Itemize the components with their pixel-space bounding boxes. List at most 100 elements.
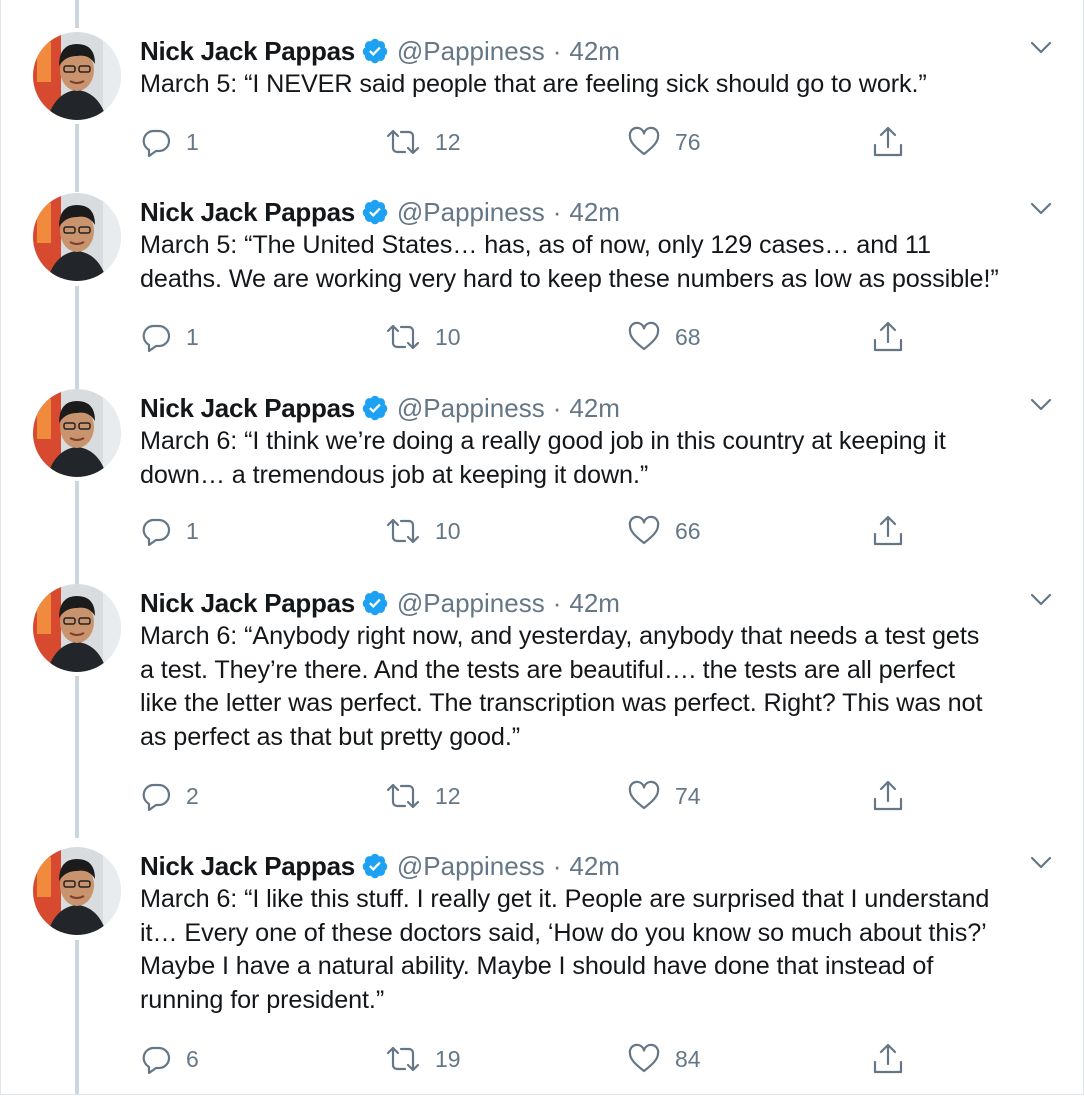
reply-button[interactable]: 6: [140, 1041, 199, 1077]
display-name[interactable]: Nick Jack Pappas: [140, 851, 355, 882]
retweet-icon: [385, 1043, 421, 1075]
display-name[interactable]: Nick Jack Pappas: [140, 197, 355, 228]
avatar[interactable]: [33, 847, 121, 935]
retweet-count: 10: [435, 517, 461, 544]
retweet-button[interactable]: 19: [385, 1041, 461, 1077]
like-button[interactable]: 84: [627, 1041, 701, 1077]
like-count: 68: [675, 323, 701, 350]
separator-dot: ·: [552, 850, 562, 881]
separator-dot: ·: [552, 392, 562, 423]
timestamp[interactable]: 42m: [569, 197, 620, 228]
avatar[interactable]: [33, 32, 121, 120]
timestamp[interactable]: 42m: [569, 36, 620, 67]
user-handle[interactable]: @Pappiness: [397, 393, 545, 424]
like-count: 66: [675, 517, 701, 544]
like-count: 74: [675, 782, 701, 809]
share-button[interactable]: [871, 513, 905, 549]
separator-dot: ·: [552, 587, 562, 618]
reply-button[interactable]: 1: [140, 513, 199, 549]
timestamp[interactable]: 42m: [569, 588, 620, 619]
avatar[interactable]: [33, 584, 121, 672]
heart-icon: [627, 780, 661, 812]
timestamp[interactable]: 42m: [569, 393, 620, 424]
retweet-button[interactable]: 12: [385, 124, 461, 160]
reply-count: 6: [186, 1045, 199, 1072]
retweet-icon: [385, 321, 421, 353]
share-icon: [871, 320, 905, 354]
tweet-header: Nick Jack Pappas @Pappiness · 42m: [140, 586, 620, 620]
tweet-actions: 1 10 66: [1, 513, 1083, 549]
share-icon: [871, 125, 905, 159]
share-icon: [871, 779, 905, 813]
tweet-text: March 5: “The United States… has, as of …: [140, 231, 999, 293]
reply-button[interactable]: 1: [140, 124, 199, 160]
tweet-text: March 6: “Anybody right now, and yesterd…: [140, 622, 983, 751]
share-button[interactable]: [871, 1041, 905, 1077]
reply-count: 1: [186, 128, 199, 155]
user-handle[interactable]: @Pappiness: [397, 588, 545, 619]
share-button[interactable]: [871, 124, 905, 160]
chevron-down-icon[interactable]: [1029, 855, 1053, 871]
verified-badge-icon: [361, 198, 389, 226]
reply-button[interactable]: 1: [140, 319, 199, 355]
share-icon: [871, 1042, 905, 1076]
heart-icon: [627, 1043, 661, 1075]
user-handle[interactable]: @Pappiness: [397, 36, 545, 67]
reply-icon: [140, 321, 172, 353]
retweet-icon: [385, 126, 421, 158]
timestamp[interactable]: 42m: [569, 851, 620, 882]
verified-badge-icon: [361, 37, 389, 65]
display-name[interactable]: Nick Jack Pappas: [140, 36, 355, 67]
verified-badge-icon: [361, 852, 389, 880]
reply-icon: [140, 780, 172, 812]
share-button[interactable]: [871, 778, 905, 814]
like-count: 76: [675, 128, 701, 155]
tweet-text: March 6: “I think we’re doing a really g…: [140, 427, 946, 489]
heart-icon: [627, 515, 661, 547]
user-handle[interactable]: @Pappiness: [397, 851, 545, 882]
retweet-count: 10: [435, 323, 461, 350]
retweet-button[interactable]: 10: [385, 513, 461, 549]
chevron-down-icon[interactable]: [1029, 397, 1053, 413]
like-button[interactable]: 74: [627, 778, 701, 814]
avatar[interactable]: [33, 193, 121, 281]
tweet-text: March 6: “I like this stuff. I really ge…: [140, 885, 990, 1014]
retweet-button[interactable]: 10: [385, 319, 461, 355]
tweet-actions: 1 10 68: [1, 319, 1083, 355]
reply-count: 1: [186, 323, 199, 350]
user-handle[interactable]: @Pappiness: [397, 197, 545, 228]
chevron-down-icon[interactable]: [1029, 40, 1053, 56]
share-button[interactable]: [871, 319, 905, 355]
retweet-icon: [385, 515, 421, 547]
tweet-actions: 2 12 74: [1, 778, 1083, 814]
like-button[interactable]: 76: [627, 124, 701, 160]
like-button[interactable]: 68: [627, 319, 701, 355]
chevron-down-icon[interactable]: [1029, 592, 1053, 608]
tweet-actions: 1 12 76: [1, 124, 1083, 160]
tweet-thread: Nick Jack Pappas @Pappiness · 42m March …: [0, 0, 1084, 1095]
reply-button[interactable]: 2: [140, 778, 199, 814]
tweet-header: Nick Jack Pappas @Pappiness · 42m: [140, 391, 620, 425]
retweet-count: 12: [435, 128, 461, 155]
thread-line: [75, 0, 79, 28]
retweet-count: 19: [435, 1045, 461, 1072]
heart-icon: [627, 321, 661, 353]
tweet-header: Nick Jack Pappas @Pappiness · 42m: [140, 195, 620, 229]
share-icon: [871, 514, 905, 548]
verified-badge-icon: [361, 394, 389, 422]
reply-icon: [140, 1043, 172, 1075]
reply-icon: [140, 126, 172, 158]
retweet-button[interactable]: 12: [385, 778, 461, 814]
reply-count: 2: [186, 782, 199, 809]
tweet-header: Nick Jack Pappas @Pappiness · 42m: [140, 849, 620, 883]
tweet-actions: 6 19 84: [1, 1041, 1083, 1077]
separator-dot: ·: [552, 196, 562, 227]
like-count: 84: [675, 1045, 701, 1072]
avatar[interactable]: [33, 389, 121, 477]
display-name[interactable]: Nick Jack Pappas: [140, 393, 355, 424]
retweet-count: 12: [435, 782, 461, 809]
display-name[interactable]: Nick Jack Pappas: [140, 588, 355, 619]
like-button[interactable]: 66: [627, 513, 701, 549]
chevron-down-icon[interactable]: [1029, 201, 1053, 217]
separator-dot: ·: [552, 35, 562, 66]
